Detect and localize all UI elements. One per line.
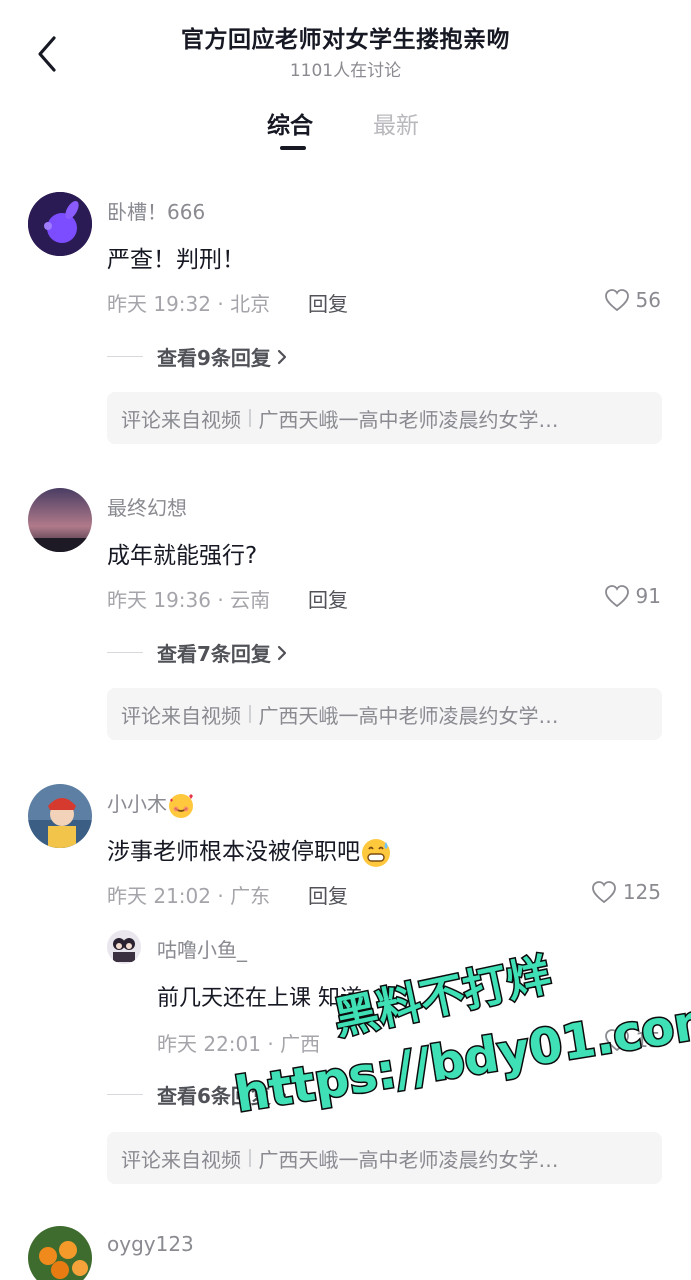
divider (107, 355, 143, 358)
comment-text: 严查！判刑！ (107, 247, 245, 273)
avatar[interactable] (107, 930, 141, 964)
heart-icon (604, 585, 629, 608)
avatar[interactable] (28, 784, 92, 848)
reply-button[interactable]: 回复 (308, 584, 348, 613)
divider (249, 705, 251, 723)
comment-text: 成年就能强行? (107, 543, 258, 569)
like-count: 15 (635, 1028, 661, 1052)
comment-text: 涉事老师根本没被停职吧 (107, 832, 392, 869)
username[interactable]: 小小木 (107, 788, 195, 820)
page-title: 官方回应老师对女学生搂抱亲吻 (181, 27, 510, 53)
heart-icon (604, 1029, 629, 1052)
view-replies-button[interactable]: 查看7条回复 (107, 638, 289, 667)
chevron-right-icon (277, 349, 287, 364)
like-count: 91 (635, 584, 661, 608)
like-button[interactable]: 56 (604, 288, 661, 312)
discussion-count: 1101人在讨论 (289, 61, 402, 81)
tab-bar: 综合 最新 (0, 106, 691, 154)
reply-button[interactable]: 回复 (308, 288, 348, 317)
video-source-link[interactable]: 评论来自视频 广西天峨一高中老师凌晨约女学… (107, 688, 662, 740)
avatar[interactable] (28, 192, 92, 256)
divider (249, 409, 251, 427)
like-button[interactable]: 91 (604, 584, 661, 608)
comment-item: 小小木 涉事老师根本没被停职吧 昨天 21:02 · 广东 回复 125 咕噜小… (0, 782, 691, 1192)
header: 官方回应老师对女学生搂抱亲吻 1101人在讨论 (0, 0, 691, 92)
source-label: 评论来自视频 (121, 407, 241, 432)
heart-icon (604, 289, 629, 312)
avatar[interactable] (28, 1226, 92, 1280)
comment-time-location: 昨天 19:32 · 北京 (107, 292, 271, 316)
source-title: 广西天峨一高中老师凌晨约女学… (258, 703, 559, 728)
comment-time-location: 昨天 21:02 · 广东 (107, 884, 271, 908)
view-replies-label: 查看7条回复 (157, 642, 271, 666)
video-source-link[interactable]: 评论来自视频 广西天峨一高中老师凌晨约女学… (107, 1132, 662, 1184)
chevron-right-icon (277, 1087, 287, 1102)
comment-item: 最终幻想 成年就能强行? 昨天 19:36 · 云南 回复 91 查看7条回复 … (0, 486, 691, 746)
tab-indicator (280, 146, 306, 150)
reply-text: 前几天还在上课 知道 (157, 986, 362, 1011)
view-replies-label: 查看9条回复 (157, 346, 271, 370)
divider (107, 1093, 143, 1096)
tab-comprehensive[interactable]: 综合 (267, 106, 313, 140)
divider (107, 651, 143, 654)
source-title: 广西天峨一高中老师凌晨约女学… (258, 407, 559, 432)
comment-time-location: 昨天 19:36 · 云南 (107, 588, 271, 612)
source-title: 广西天峨一高中老师凌晨约女学… (258, 1147, 559, 1172)
username[interactable]: oygy123 (107, 1232, 194, 1256)
reply-time-location: 昨天 22:01 · 广西 (157, 1032, 321, 1056)
like-button[interactable]: 15 (604, 1028, 661, 1052)
view-replies-label: 查看6条回复 (157, 1084, 271, 1108)
reply-button[interactable]: 回复 (308, 880, 348, 909)
username[interactable]: 卧槽！666 (107, 196, 205, 225)
avatar[interactable] (28, 488, 92, 552)
comment-item: 卧槽！666 严查！判刑！ 昨天 19:32 · 北京 回复 56 查看9条回复… (0, 190, 691, 450)
chevron-right-icon (277, 645, 287, 660)
video-source-link[interactable]: 评论来自视频 广西天峨一高中老师凌晨约女学… (107, 392, 662, 444)
reply-username[interactable]: 咕噜小鱼_ (157, 934, 247, 963)
view-replies-button[interactable]: 查看6条回复 (107, 1080, 289, 1109)
tab-latest[interactable]: 最新 (373, 106, 419, 140)
like-count: 56 (635, 288, 661, 312)
source-label: 评论来自视频 (121, 1147, 241, 1172)
source-label: 评论来自视频 (121, 703, 241, 728)
like-count: 125 (622, 880, 661, 904)
divider (249, 1149, 251, 1167)
like-button[interactable]: 125 (591, 880, 661, 904)
heart-icon (591, 881, 616, 904)
username[interactable]: 最终幻想 (107, 492, 187, 521)
grinning-sweat-icon (362, 838, 390, 867)
smiling-face-with-hearts-icon (169, 793, 193, 818)
comment-item: oygy123 (0, 1226, 691, 1280)
view-replies-button[interactable]: 查看9条回复 (107, 342, 289, 371)
